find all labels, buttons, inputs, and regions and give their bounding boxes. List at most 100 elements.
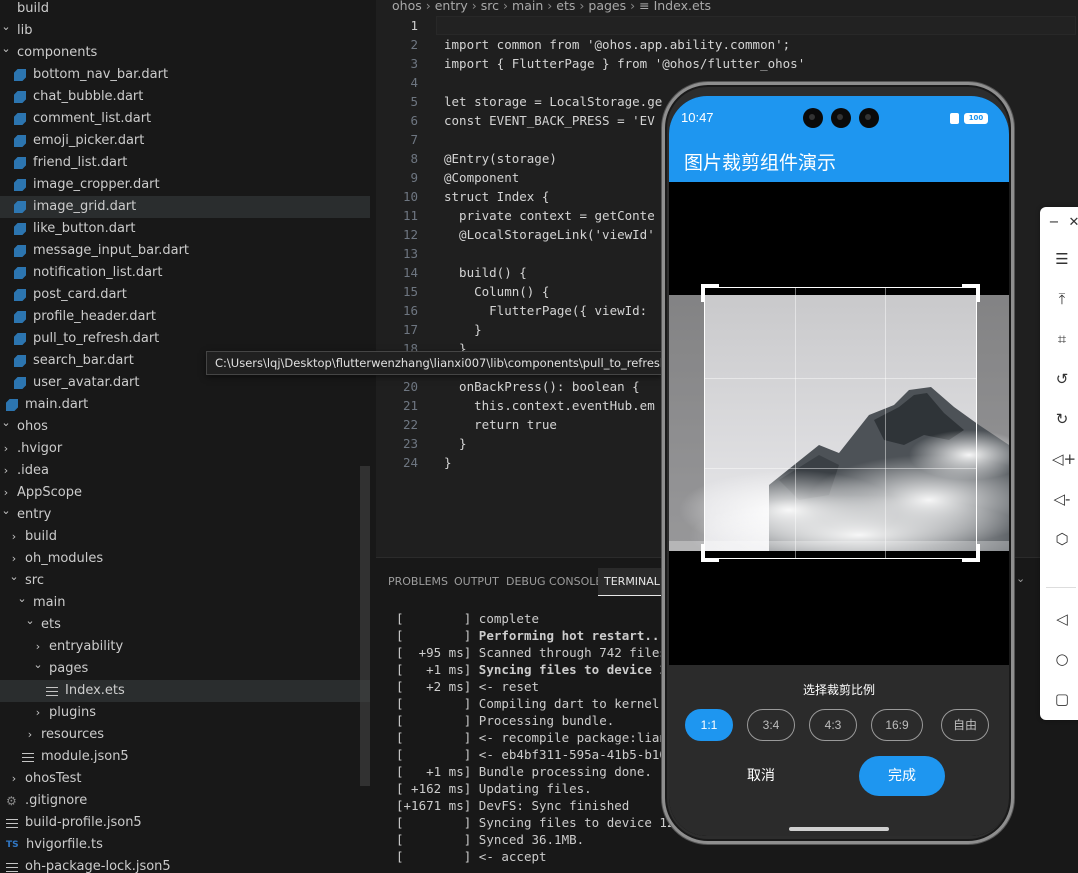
chevron-down-icon[interactable]: ⌄ [1016,572,1025,585]
tab-output[interactable]: OUTPUT [454,568,499,596]
tree-item[interactable]: emoji_picker.dart [0,130,370,152]
tree-item[interactable]: › .hvigor [0,438,370,460]
breadcrumb-item[interactable]: pages [588,0,626,13]
crop-handle-bottom-left[interactable] [701,544,719,562]
close-icon[interactable]: ✕ [1064,213,1078,233]
tab-terminal[interactable]: TERMINAL [598,568,666,596]
screenshot-icon[interactable]: ⤒ [1052,289,1072,309]
chevron-down-icon[interactable]: ⌄ [16,588,28,610]
ratio-button[interactable]: 1:1 [685,709,733,741]
chevron-down-icon[interactable]: ⌄ [32,654,44,676]
rotate-right-icon[interactable]: ↻ [1052,409,1072,429]
tree-item[interactable]: › AppScope [0,482,370,504]
tree-item[interactable]: build [0,0,370,20]
tree-item[interactable]: ⌄ ets [0,614,370,636]
chevron-down-icon[interactable]: ⌄ [0,500,12,522]
crop-image-area[interactable] [669,182,1009,665]
breadcrumb-item[interactable]: Index.ets [654,0,712,13]
tree-item-label: build-profile.json5 [25,815,142,830]
chevron-down-icon[interactable]: ⌄ [0,412,12,434]
tree-item[interactable]: › .idea [0,460,370,482]
tree-item[interactable]: › oh_modules [0,548,370,570]
minimize-icon[interactable]: − [1044,213,1064,233]
tree-item[interactable]: ⌄ pages [0,658,370,680]
home-icon[interactable]: ○ [1052,649,1072,669]
tree-item[interactable]: image_grid.dart [0,196,370,218]
ratio-button[interactable]: 4:3 [809,709,857,741]
overview-icon[interactable]: ▢ [1052,689,1072,709]
chevron-right-icon[interactable]: › [8,526,20,548]
tree-item[interactable]: post_card.dart [0,284,370,306]
camera-icon [831,108,851,128]
breadcrumb-item[interactable]: src [481,0,499,13]
tree-item[interactable]: pull_to_refresh.dart [0,328,370,350]
chevron-down-icon[interactable]: ⌄ [24,610,36,632]
chevron-down-icon[interactable]: ⌄ [8,566,20,588]
terminal-line: [ ] Syncing files to device 127. [396,814,690,831]
tree-item[interactable]: ⌄ lib [0,20,370,42]
camera-icon [859,108,879,128]
tree-item[interactable]: ⌄ src [0,570,370,592]
chevron-down-icon[interactable]: ⌄ [0,16,12,38]
tree-item-label: build [17,1,49,16]
done-button[interactable]: 完成 [859,756,945,796]
chevron-right-icon[interactable]: › [32,702,44,724]
tree-item[interactable]: oh-package-lock.json5 [0,856,370,873]
tree-item[interactable]: image_cropper.dart [0,174,370,196]
tree-item[interactable]: › resources [0,724,370,746]
tree-item[interactable]: ⚙ .gitignore [0,790,370,812]
tree-item[interactable]: Index.ets [0,680,370,702]
tree-item[interactable]: main.dart [0,394,370,416]
fold-icon[interactable]: ⬡ [1052,529,1072,549]
breadcrumb-item[interactable]: entry [435,0,468,13]
tree-item[interactable]: notification_list.dart [0,262,370,284]
chevron-right-icon[interactable]: › [0,460,12,482]
tree-item[interactable]: chat_bubble.dart [0,86,370,108]
rotate-left-icon[interactable]: ↺ [1052,369,1072,389]
back-icon[interactable]: ◁ [1052,609,1072,629]
chevron-right-icon[interactable]: › [0,438,12,460]
cancel-button[interactable]: 取消 [731,761,791,791]
breadcrumb-item[interactable]: main [512,0,543,13]
crop-handle-top-right[interactable] [962,284,980,302]
ratio-button[interactable]: 自由 [941,709,989,741]
breadcrumb-item[interactable]: ets [556,0,575,13]
tree-item[interactable]: bottom_nav_bar.dart [0,64,370,86]
volume-down-icon[interactable]: ◁- [1052,489,1072,509]
tree-item[interactable]: comment_list.dart [0,108,370,130]
tree-item[interactable]: message_input_bar.dart [0,240,370,262]
explorer-sidebar: build ⌄ lib ⌄ components bottom_nav_bar.dart c… [0,0,376,873]
tree-item[interactable]: friend_list.dart [0,152,370,174]
tab-debug-console[interactable]: DEBUG CONSOLE [506,568,602,596]
ratio-button[interactable]: 3:4 [747,709,795,741]
ratio-button[interactable]: 16:9 [871,709,923,741]
tree-item[interactable]: build-profile.json5 [0,812,370,834]
tree-item[interactable]: profile_header.dart [0,306,370,328]
tree-item[interactable]: ⌄ entry [0,504,370,526]
chevron-right-icon[interactable]: › [24,724,36,746]
tree-item[interactable]: user_avatar.dart [0,372,370,394]
tree-item[interactable]: › entryability [0,636,370,658]
crop-icon[interactable]: ⌗ [1052,329,1072,349]
crop-handle-top-left[interactable] [701,284,719,302]
chevron-right-icon[interactable]: › [8,768,20,790]
explorer-scrollbar[interactable] [360,466,370,786]
volume-up-icon[interactable]: ◁+ [1052,449,1076,469]
chevron-down-icon[interactable]: ⌄ [0,38,12,60]
tree-item[interactable]: › build [0,526,370,548]
code-text: const EVENT_BACK_PRESS = 'EV [444,113,655,128]
crop-frame[interactable] [701,284,980,562]
tree-item[interactable]: › plugins [0,702,370,724]
tree-item[interactable]: TS hvigorfile.ts [0,834,370,856]
tree-item[interactable]: ⌄ components [0,42,370,64]
tree-item-label: Index.ets [65,683,125,698]
crop-handle-bottom-right[interactable] [962,544,980,562]
tree-item[interactable]: module.json5 [0,746,370,768]
tree-item[interactable]: › ohosTest [0,768,370,790]
tree-item[interactable]: ⌄ main [0,592,370,614]
tree-item[interactable]: like_button.dart [0,218,370,240]
menu-icon[interactable]: ☰ [1052,249,1072,269]
tab-problems[interactable]: PROBLEMS [388,568,448,596]
tree-item[interactable]: ⌄ ohos [0,416,370,438]
breadcrumb-item[interactable]: ohos [392,0,422,13]
